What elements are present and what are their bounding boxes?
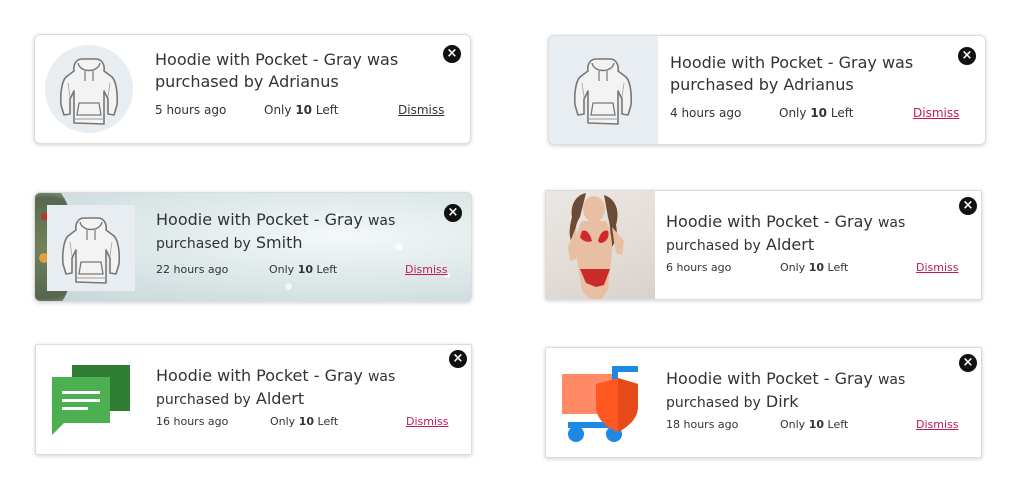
- dismiss-link[interactable]: Dismiss: [913, 106, 959, 120]
- notification-card[interactable]: Hoodie with Pocket - Gray was purchased …: [34, 192, 472, 302]
- only-text: Only: [780, 418, 806, 431]
- purchased-by-text: purchased by: [666, 238, 761, 254]
- dismiss-link[interactable]: Dismiss: [405, 263, 448, 276]
- stock-count: 10: [808, 261, 825, 274]
- left-text: Left: [827, 418, 849, 431]
- close-icon[interactable]: ×: [958, 47, 976, 65]
- notification-card[interactable]: Hoodie with Pocket - Gray was purchased …: [545, 347, 982, 458]
- close-icon[interactable]: ×: [449, 350, 467, 368]
- product-image: [549, 36, 658, 144]
- dismiss-link[interactable]: Dismiss: [916, 418, 959, 431]
- was-text: was: [877, 372, 906, 388]
- product-name: Hoodie with Pocket - Gray: [155, 50, 362, 69]
- only-text: Only: [269, 263, 295, 276]
- product-name: Hoodie with Pocket - Gray: [666, 212, 873, 231]
- product-image: [560, 362, 642, 444]
- buyer-name: Adrianus: [783, 75, 854, 94]
- stock-left: Only 10 Left: [270, 415, 338, 428]
- shopping-cart-shield-icon: [562, 366, 638, 442]
- close-icon[interactable]: ×: [444, 204, 462, 222]
- product-name: Hoodie with Pocket - Gray: [156, 366, 363, 385]
- buyer-name: Aldert: [255, 389, 305, 408]
- purchased-by-text: purchased by: [156, 392, 251, 408]
- purchased-by-text: purchased by: [670, 75, 779, 94]
- stock-left: Only 10 Left: [779, 106, 853, 120]
- notification-card[interactable]: Hoodie with Pocket - Gray was purchased …: [545, 190, 982, 300]
- only-text: Only: [264, 103, 292, 117]
- stock-count: 10: [297, 263, 314, 276]
- buyer-name: Aldert: [765, 235, 815, 254]
- hoodie-sketch-icon: [61, 217, 121, 284]
- stock-left: Only 10 Left: [269, 263, 337, 276]
- product-image: [50, 363, 132, 437]
- left-text: Left: [317, 415, 339, 428]
- time-ago: 18 hours ago: [666, 418, 739, 431]
- notification-card[interactable]: Hoodie with Pocket - Gray was purchased …: [34, 34, 471, 144]
- was-text: was: [367, 213, 396, 229]
- notification-message: Hoodie with Pocket - Gray was purchased …: [666, 368, 941, 414]
- left-text: Left: [316, 263, 338, 276]
- only-text: Only: [780, 261, 806, 274]
- close-icon[interactable]: ×: [443, 45, 461, 63]
- stock-left: Only 10 Left: [780, 261, 848, 274]
- notification-message: Hoodie with Pocket - Gray was purchased …: [156, 209, 426, 255]
- time-ago: 6 hours ago: [666, 261, 732, 274]
- stock-count: 10: [810, 106, 828, 120]
- purchased-by-text: purchased by: [155, 72, 264, 91]
- model-photo: [568, 193, 624, 299]
- was-text: was: [366, 50, 399, 69]
- left-text: Left: [827, 261, 849, 274]
- hoodie-sketch-icon: [573, 58, 633, 125]
- buyer-name: Smith: [255, 233, 303, 252]
- time-ago: 5 hours ago: [155, 103, 227, 117]
- purchased-by-text: purchased by: [156, 236, 251, 252]
- stock-count: 10: [295, 103, 313, 117]
- hoodie-sketch-icon: [59, 58, 119, 125]
- stock-left: Only 10 Left: [264, 103, 338, 117]
- buyer-name: Adrianus: [268, 72, 339, 91]
- only-text: Only: [270, 415, 296, 428]
- notification-card[interactable]: Hoodie with Pocket - Gray was purchased …: [548, 35, 986, 145]
- product-image: [45, 45, 133, 133]
- product-name: Hoodie with Pocket - Gray: [156, 210, 363, 229]
- product-image: [47, 205, 135, 291]
- left-text: Left: [315, 103, 339, 117]
- notification-message: Hoodie with Pocket - Gray was purchased …: [155, 49, 425, 93]
- stock-count: 10: [298, 415, 315, 428]
- close-icon[interactable]: ×: [959, 197, 977, 215]
- was-text: was: [367, 369, 396, 385]
- was-text: was: [881, 53, 914, 72]
- chat-bubbles-icon: [52, 365, 130, 435]
- dismiss-link[interactable]: Dismiss: [398, 103, 444, 117]
- dismiss-link[interactable]: Dismiss: [916, 261, 959, 274]
- was-text: was: [877, 215, 906, 231]
- buyer-name: Dirk: [765, 392, 799, 411]
- dismiss-link[interactable]: Dismiss: [406, 415, 449, 428]
- notification-card[interactable]: Hoodie with Pocket - Gray was purchased …: [35, 344, 472, 455]
- close-icon[interactable]: ×: [959, 354, 977, 372]
- time-ago: 4 hours ago: [670, 106, 742, 120]
- only-text: Only: [779, 106, 807, 120]
- time-ago: 22 hours ago: [156, 263, 229, 276]
- product-image: [546, 191, 655, 299]
- stock-count: 10: [808, 418, 825, 431]
- stock-left: Only 10 Left: [780, 418, 848, 431]
- notification-message: Hoodie with Pocket - Gray was purchased …: [156, 365, 431, 411]
- background-decoration: [285, 283, 292, 290]
- time-ago: 16 hours ago: [156, 415, 229, 428]
- notification-message: Hoodie with Pocket - Gray was purchased …: [666, 211, 941, 257]
- product-name: Hoodie with Pocket - Gray: [666, 369, 873, 388]
- purchased-by-text: purchased by: [666, 395, 761, 411]
- left-text: Left: [830, 106, 854, 120]
- product-name: Hoodie with Pocket - Gray: [670, 53, 877, 72]
- notification-message: Hoodie with Pocket - Gray was purchased …: [670, 52, 940, 96]
